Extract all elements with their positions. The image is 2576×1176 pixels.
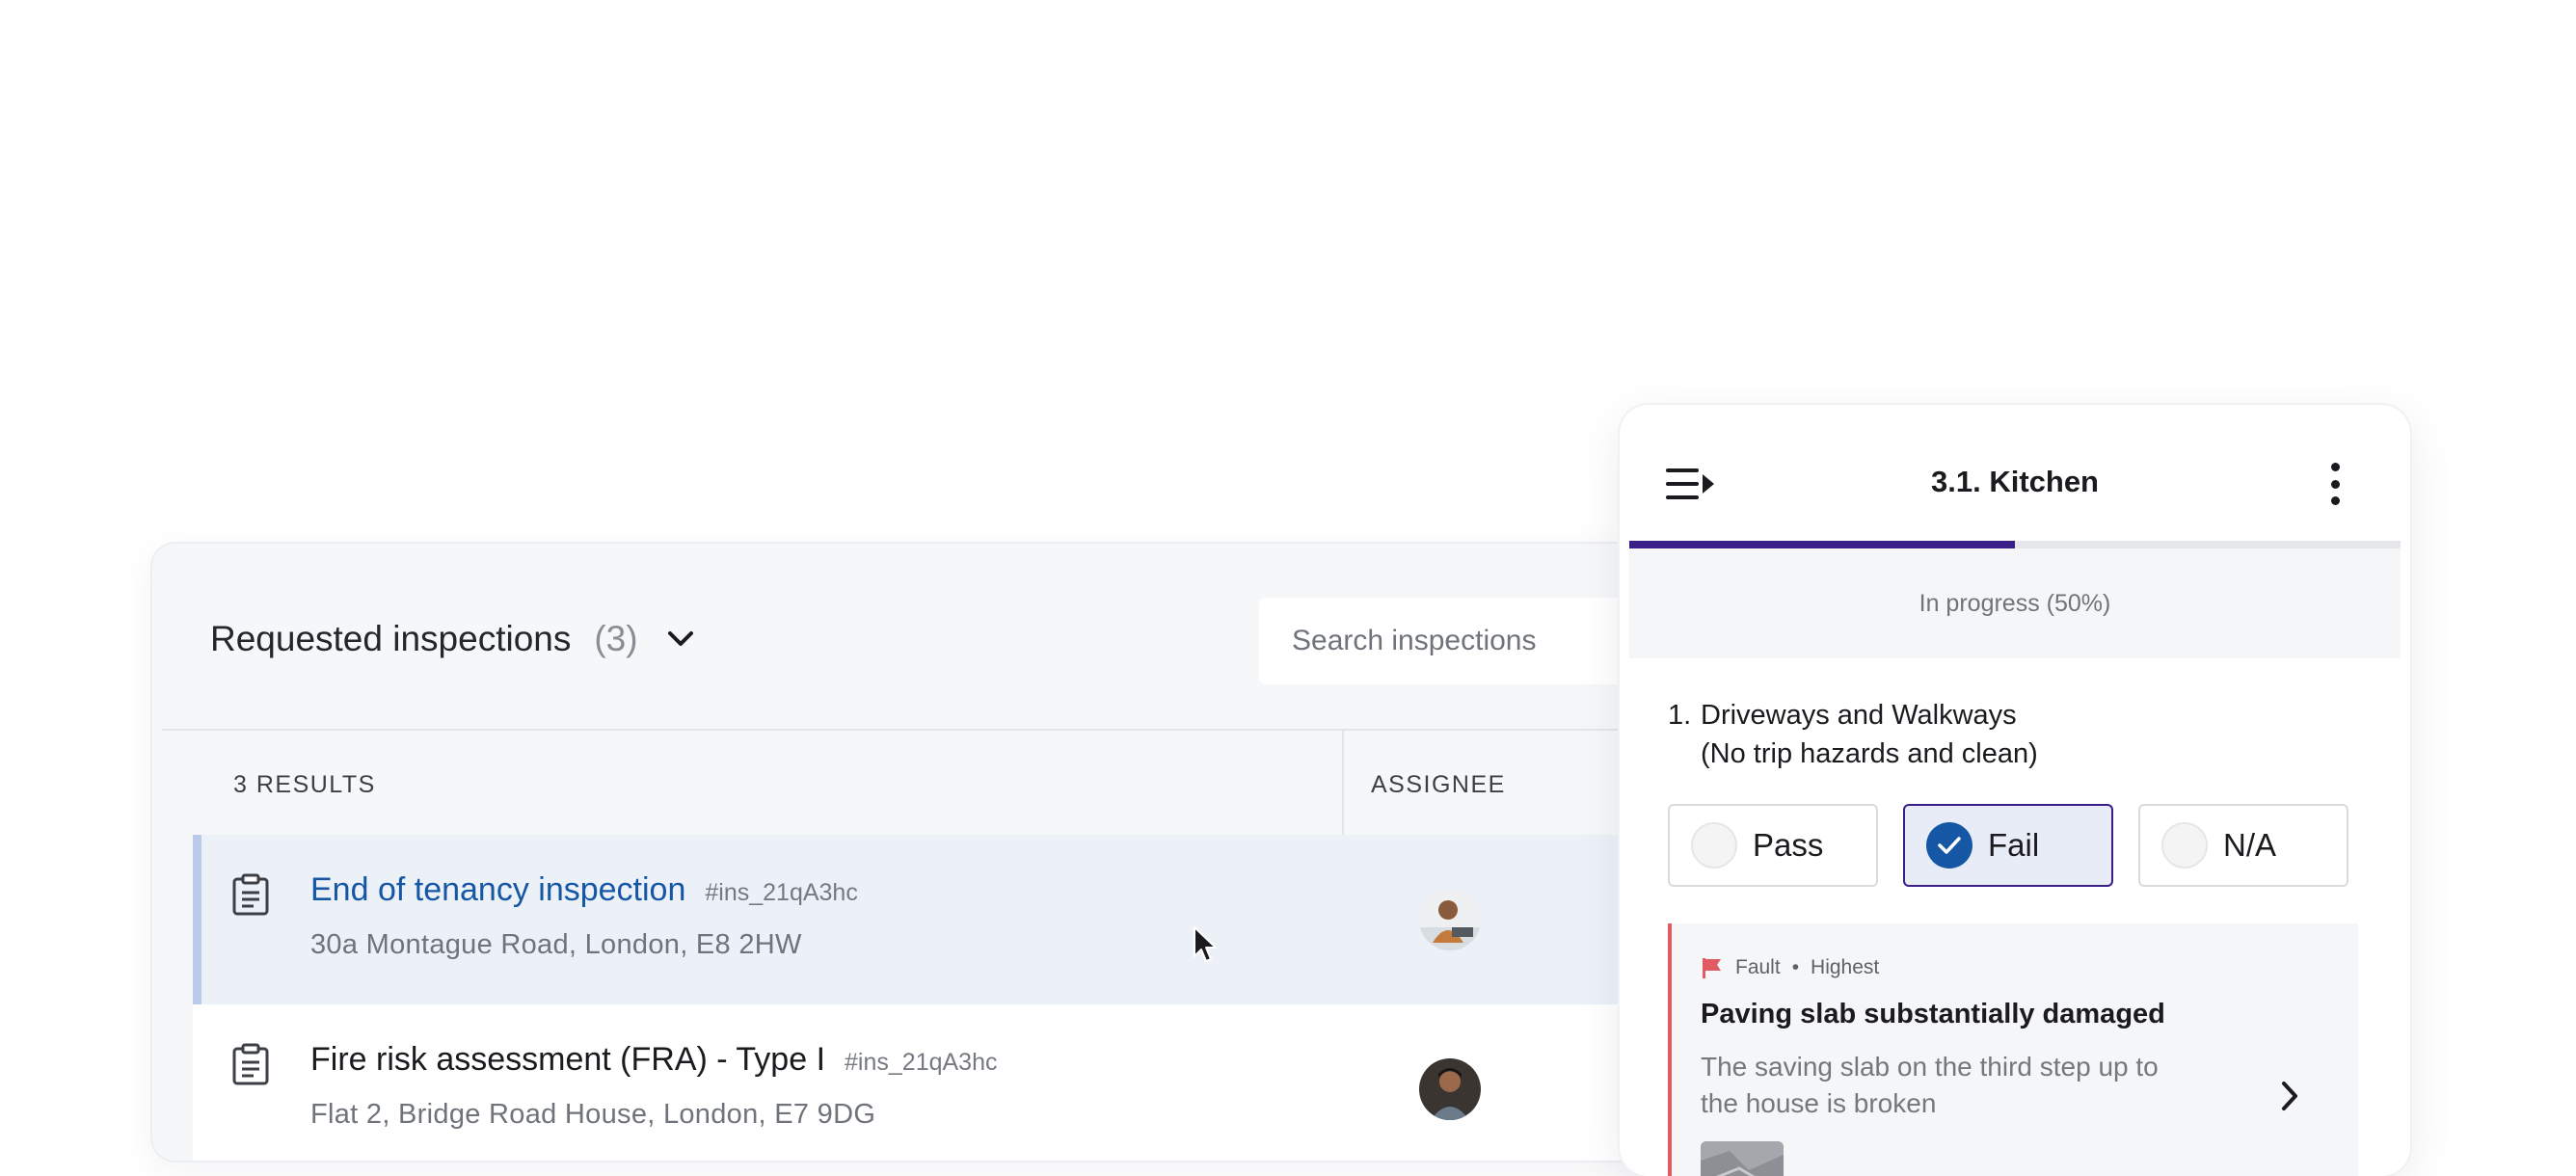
fault-type: Fault [1735, 956, 1781, 978]
clipboard-icon [231, 873, 270, 916]
list-title-group: Requested inspections (3) [210, 619, 700, 659]
list-count: (3) [594, 619, 638, 658]
progress-bar-fill [1629, 541, 2015, 548]
row-title-line: End of tenancy inspection #ins_21qA3hc [310, 871, 858, 909]
option-pass[interactable]: Pass [1668, 804, 1878, 887]
progress-strip: In progress (50%) [1629, 548, 2401, 658]
option-label: Fail [1988, 827, 2040, 863]
chevron-down-icon[interactable] [661, 620, 700, 658]
option-label: Pass [1753, 827, 1824, 863]
fault-priority: Highest [1811, 956, 1880, 978]
mouse-cursor-icon [1192, 925, 1219, 964]
list-title: Requested inspections [210, 619, 572, 658]
column-divider [1342, 731, 1344, 835]
table-header: 3 RESULTS ASSIGNEE [152, 731, 1695, 835]
inspections-list-card: Requested inspections (3) 3 RESULTS ASSI… [152, 544, 1695, 1161]
inspection-address: Flat 2, Bridge Road House, London, E7 9D… [310, 1099, 876, 1130]
assignee-avatar[interactable] [1419, 889, 1481, 950]
option-na[interactable]: N/A [2138, 804, 2348, 887]
inspection-id: #ins_21qA3hc [845, 1049, 998, 1076]
panel-header: 3.1. Kitchen [1620, 405, 2410, 540]
inspection-panel: 3.1. Kitchen In progress (50%) 1. Drivewa… [1620, 405, 2410, 1176]
flag-icon [1701, 956, 1724, 979]
fault-description: The saving slab on the third step up to … [1701, 1052, 2159, 1118]
results-count-label: 3 RESULTS [233, 771, 376, 798]
radio-unchecked-icon[interactable] [2161, 822, 2208, 869]
fault-title: Paving slab substantially damaged [1701, 999, 2165, 1029]
inspection-title-link[interactable]: End of tenancy inspection [310, 871, 685, 909]
fault-meta: Fault • Highest [1701, 956, 1879, 979]
progress-status-text: In progress (50%) [1919, 589, 2111, 617]
list-header: Requested inspections (3) [152, 544, 1695, 729]
clipboard-icon [231, 1043, 270, 1085]
question-text: Driveways and Walkways [1701, 700, 2017, 731]
fault-card[interactable]: Fault • Highest Paving slab substantiall… [1668, 923, 2358, 1176]
question-subtext: (No trip hazards and clean) [1701, 738, 2038, 769]
more-options-icon[interactable] [2323, 463, 2347, 505]
assignee-column-header[interactable]: ASSIGNEE [1371, 771, 1506, 799]
inspection-id: #ins_21qA3hc [705, 879, 858, 906]
progress-bar [1629, 541, 2401, 548]
row-title-line: Fire risk assessment (FRA) - Type I #ins… [310, 1041, 998, 1079]
option-fail[interactable]: Fail [1903, 804, 2113, 887]
meta-separator: • [1791, 956, 1800, 978]
inspection-address: 30a Montague Road, London, E8 2HW [310, 929, 802, 960]
table-row[interactable]: End of tenancy inspection #ins_21qA3hc 3… [193, 835, 1695, 1004]
chevron-right-icon[interactable] [2275, 1080, 2304, 1112]
table-row[interactable]: Fire risk assessment (FRA) - Type I #ins… [193, 1004, 1695, 1161]
assignee-avatar[interactable] [1419, 1058, 1481, 1120]
fault-photo-thumbnail[interactable] [1701, 1141, 1784, 1176]
answer-options: Pass Fail N/A [1668, 804, 2348, 887]
question-number: 1. [1668, 700, 1692, 731]
radio-checked-icon[interactable] [1926, 822, 1972, 869]
radio-unchecked-icon[interactable] [1691, 822, 1737, 869]
section-title: 3.1. Kitchen [1931, 465, 2099, 498]
inspection-rows: End of tenancy inspection #ins_21qA3hc 3… [193, 835, 1695, 1161]
question: 1. Driveways and Walkways (No trip hazard… [1668, 696, 2038, 773]
inspection-title-link[interactable]: Fire risk assessment (FRA) - Type I [310, 1041, 825, 1079]
option-label: N/A [2223, 827, 2277, 863]
